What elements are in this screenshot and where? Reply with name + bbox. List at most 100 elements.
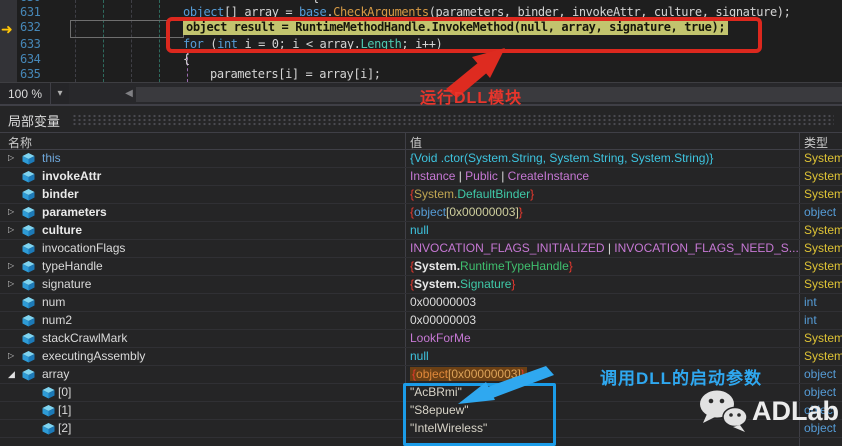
value-token: object [414,205,447,219]
zoom-level-control[interactable]: 100 % [0,83,50,105]
variable-value[interactable]: 0x00000003 [410,313,798,327]
variable-value[interactable]: null [410,349,798,363]
variable-type: System [804,187,842,201]
value-token: object [416,367,449,381]
variable-type: System [804,277,842,291]
variable-name: typeHandle [42,259,103,273]
locals-row-typeHandle[interactable]: ▷ typeHandle {System.RuntimeTypeHandle} Sys… [0,258,842,276]
variable-value[interactable]: {System.RuntimeTypeHandle} [410,259,798,273]
value-token: RuntimeTypeHandle [460,259,569,273]
expand-icon[interactable]: ▷ [8,279,14,288]
type-token: System [804,259,842,273]
variable-value[interactable]: 0x00000003 [410,295,798,309]
variable-name: num [42,295,66,309]
type-token: System [804,223,842,237]
collapse-icon[interactable]: ◢ [8,369,15,380]
expand-icon[interactable]: ▷ [8,351,14,360]
value-token: 0x00000003 [410,313,477,327]
vs-debugger-window: ➜ 630{631object[] array = base.CheckArgu… [0,0,842,446]
variable-type: int [804,295,842,309]
variable-name: culture [42,223,83,237]
value-token: LookForMe [410,331,471,345]
variable-name: executingAssembly [42,349,146,363]
variable-name: stackCrawlMark [42,331,128,345]
variable-value[interactable]: {System.Signature} [410,277,798,291]
locals-panel-titlebar[interactable]: 局部变量 [0,106,842,132]
expand-icon[interactable]: ▷ [8,261,14,270]
variable-name: [0] [58,385,72,399]
blue-arrow-icon [458,366,554,404]
line-number: 632 [20,20,41,34]
column-header-value[interactable]: 值 [410,134,422,151]
code-line-635[interactable]: 635 parameters[i] = array[i]; [0,67,842,82]
field-icon [22,171,35,183]
code-line-634[interactable]: 634 { [0,52,842,68]
field-icon [22,315,35,327]
column-header-name[interactable]: 名称 [8,134,32,151]
expand-icon[interactable]: ▷ [8,207,14,216]
locals-annotation: 调用DLL的启动参数 [600,369,763,388]
watermark-text: ADLab [752,395,839,426]
locals-row-culture[interactable]: ▷ culture null System [0,222,842,240]
variable-type: System [804,331,842,345]
locals-row-invocationFlags[interactable]: invocationFlags INVOCATION_FLAGS_INITIALI… [0,240,842,258]
variable-name: invokeAttr [42,169,102,183]
zoom-dropdown-button[interactable]: ▾ [50,83,69,105]
line-number: 630 [20,0,54,4]
field-icon [22,351,35,363]
code-token: parameters[i] = array[i]; [210,67,381,81]
value-token: | [604,241,615,255]
field-icon [22,279,35,291]
watermark: ADLab [696,388,839,434]
variable-type: System [804,241,842,255]
type-token: int [804,295,817,309]
locals-row-parameters[interactable]: ▷ parameters {object[0x00000003]} object [0,204,842,222]
value-token: System. [414,277,461,291]
value-token: CreateInstance [507,169,590,183]
code-editor[interactable]: ➜ 630{631object[] array = base.CheckArgu… [0,0,842,82]
variable-name: num2 [42,313,73,327]
code-token: { [312,0,319,4]
locals-row-invokeAttr[interactable]: invokeAttr Instance | Public | CreateInst… [0,168,842,186]
field-icon [42,423,55,435]
type-token: System [804,349,842,363]
column-header-type[interactable]: 类型 [804,134,828,151]
field-icon [42,387,55,399]
variable-value[interactable]: INVOCATION_FLAGS_INITIALIZED | INVOCATIO… [410,241,798,255]
locals-row-binder[interactable]: binder {System.DefaultBinder} System [0,186,842,204]
field-icon [22,369,35,381]
grid-header: 名称 值 类型 [0,132,842,150]
locals-row-stackCrawlMark[interactable]: stackCrawlMark LookForMe System [0,330,842,348]
variable-value[interactable]: LookForMe [410,331,798,345]
locals-row-num[interactable]: num 0x00000003 int [0,294,842,312]
hscroll-left-arrow[interactable]: ◀ [122,83,136,105]
field-icon [22,297,35,309]
value-token: Public [465,169,498,183]
variable-value[interactable]: {Void .ctor(System.String, System.String… [410,151,798,165]
value-token: System. [414,259,461,273]
locals-row-this[interactable]: ▷ this {Void .ctor(System.String, System.S… [0,150,842,168]
value-token: DefaultBinder [457,187,531,201]
variable-value[interactable]: {System.DefaultBinder} [410,187,798,201]
locals-row-signature[interactable]: ▷ signature {System.Signature} System [0,276,842,294]
type-token: System [804,187,842,201]
field-icon [22,207,35,219]
variable-value[interactable]: {object[0x00000003]} [410,205,798,219]
value-token: 0x00000003 [410,295,477,309]
value-token: {Void .ctor(System.String, System.String… [410,151,714,165]
value-token: Signature [460,277,512,291]
field-icon [22,225,35,237]
type-token: int [804,313,817,327]
variable-value[interactable]: null [410,223,798,237]
editor-annotation: 运行DLL模块 [420,90,523,107]
code-token: { [183,52,190,66]
value-token: INVOCATION_FLAGS_INITIALIZED [410,241,605,255]
variable-name: [1] [58,403,72,417]
expand-icon[interactable]: ▷ [8,153,14,162]
type-token: System [804,151,842,165]
variable-value[interactable]: Instance | Public | CreateInstance [410,169,798,183]
value-token: Instance [410,169,456,183]
locals-row-num2[interactable]: num2 0x00000003 int [0,312,842,330]
line-number: 633 [20,37,41,51]
expand-icon[interactable]: ▷ [8,225,14,234]
